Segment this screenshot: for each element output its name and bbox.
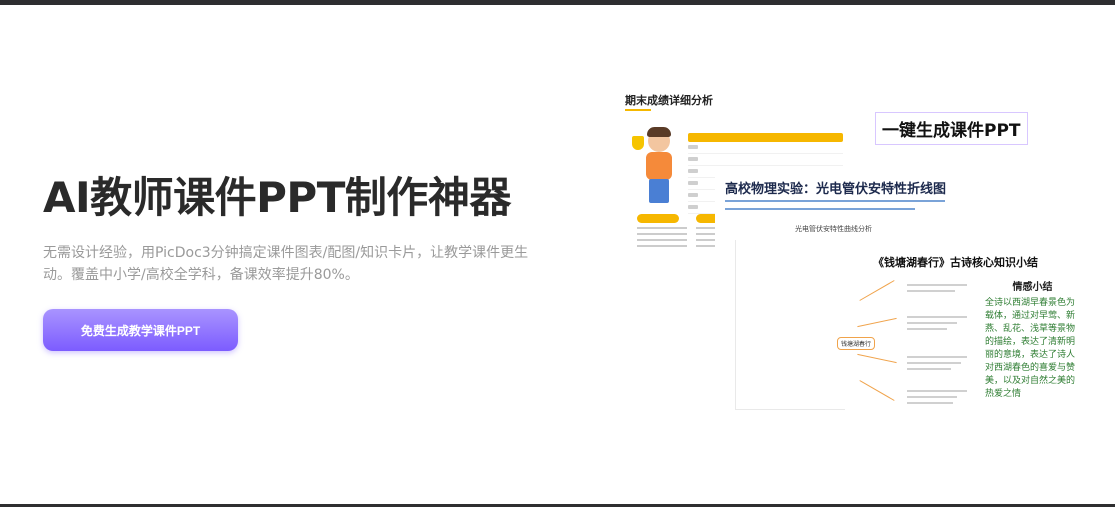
mindmap-subnodes bbox=[907, 390, 967, 408]
mindmap-branch bbox=[859, 380, 895, 401]
illustration-body bbox=[646, 152, 672, 180]
mindmap-branch bbox=[859, 280, 895, 301]
score-table-header bbox=[688, 133, 843, 142]
poem-mindmap-card: 《钱塘湖春行》古诗核心知识小结 钱塘湖春行 情感小结 全诗以西湖早春景色为载体，… bbox=[837, 248, 1075, 428]
mindmap-subnodes bbox=[907, 284, 967, 296]
preview-collage: 期末成绩详细分析 高校物理实验：光电管伏安特性折线图 光电管伏安特性曲线分析 一… bbox=[600, 80, 1100, 440]
student-illustration bbox=[632, 124, 686, 204]
mindmap-branch bbox=[857, 317, 897, 328]
physics-card-title: 高校物理实验：光电管伏安特性折线图 bbox=[725, 182, 947, 197]
generate-ppt-button[interactable]: 免费生成教学课件PPT bbox=[43, 309, 238, 351]
trophy-icon bbox=[632, 136, 644, 150]
mindmap-center-node: 钱塘湖春行 bbox=[837, 337, 876, 350]
mindmap-branch bbox=[857, 353, 897, 364]
emotion-summary: 情感小结 全诗以西湖早春景色为载体，通过对早莺、新燕、乱花、浅草等景物的描绘，表… bbox=[985, 278, 1080, 401]
hero-title: AI教师课件PPT制作神器 bbox=[43, 173, 511, 222]
physics-chart-title: 光电管伏安特性曲线分析 bbox=[795, 225, 872, 233]
emotion-summary-title: 情感小结 bbox=[1012, 282, 1053, 293]
emotion-summary-text: 全诗以西湖早春景色为载体，通过对早莺、新燕、乱花、浅草等景物的描绘，表达了清新明… bbox=[985, 298, 1076, 399]
table-row bbox=[688, 145, 843, 154]
mindmap-subnodes bbox=[907, 316, 967, 334]
score-card-title: 期末成绩详细分析 bbox=[625, 94, 713, 107]
table-row bbox=[688, 157, 843, 166]
poem-card-title: 《钱塘湖春行》古诗核心知识小结 bbox=[873, 256, 1038, 269]
description-line bbox=[725, 208, 915, 210]
top-bar bbox=[0, 0, 1115, 5]
illustration-hair bbox=[647, 127, 671, 137]
hero-description: 无需设计经验，用PicDoc3分钟搞定课件图表/配图/知识卡片，让教学课件更生动… bbox=[43, 245, 529, 283]
description-line bbox=[725, 200, 945, 202]
score-card-underline bbox=[625, 109, 651, 111]
illustration-legs bbox=[649, 179, 669, 203]
summary-pill bbox=[637, 214, 679, 223]
mindmap-subnodes bbox=[907, 356, 967, 374]
summary-text-lines bbox=[637, 227, 687, 251]
one-click-badge: 一键生成课件PPT bbox=[875, 112, 1028, 145]
